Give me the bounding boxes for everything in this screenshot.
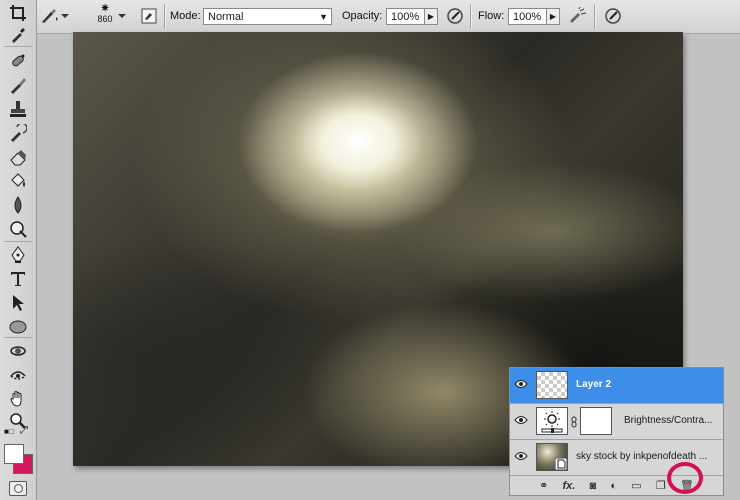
- brush-size-dropdown-icon[interactable]: [116, 5, 128, 27]
- spot-healing-brush-tool-icon[interactable]: [6, 50, 30, 72]
- opacity-value: 100%: [391, 11, 420, 23]
- eye-icon[interactable]: [514, 379, 528, 389]
- new-layer-icon[interactable]: ❐: [656, 479, 666, 492]
- layer-mask-thumbnail[interactable]: [580, 407, 612, 435]
- smart-object-icon: [555, 458, 567, 470]
- history-brush-tool-icon[interactable]: [6, 122, 30, 144]
- layer-row-layer-2[interactable]: Layer 2: [510, 368, 723, 404]
- pen-tool-icon[interactable]: [6, 244, 30, 266]
- mode-value: Normal: [208, 11, 244, 23]
- options-bar: ✷ 860 Mode: Normal ▼ Opacity: 100% ▶ Flo…: [0, 0, 740, 34]
- opacity-field[interactable]: 100%: [386, 8, 426, 25]
- mode-label: Mode:: [170, 10, 201, 22]
- layer-row-brightness-contrast[interactable]: Brightness/Contra...: [510, 404, 723, 440]
- dodge-tool-icon[interactable]: [6, 218, 30, 240]
- mode-select[interactable]: Normal ▼: [203, 8, 332, 25]
- crop-tool-icon[interactable]: [6, 2, 30, 24]
- brush-preset-icon[interactable]: [38, 5, 60, 27]
- adjustment-thumbnail[interactable]: [536, 407, 568, 435]
- opacity-slider-button[interactable]: ▶: [424, 8, 438, 25]
- flow-field[interactable]: 100%: [508, 8, 548, 25]
- eye-icon[interactable]: [514, 415, 528, 425]
- brush-panel-toggle-icon[interactable]: [138, 5, 160, 27]
- blur-tool-icon[interactable]: [6, 194, 30, 216]
- layer-style-fx-button[interactable]: fx.: [563, 480, 576, 492]
- adjustment-layer-icon[interactable]: ◐: [610, 480, 617, 492]
- options-separator: [470, 4, 472, 29]
- opacity-label: Opacity:: [342, 10, 383, 22]
- ellipse-tool-icon[interactable]: [6, 316, 30, 338]
- brightness-contrast-icon: [541, 411, 563, 433]
- type-tool-icon[interactable]: [6, 268, 30, 290]
- eraser-tool-icon[interactable]: [6, 146, 30, 168]
- layer-name: Layer 2: [576, 379, 612, 390]
- flow-slider-button[interactable]: ▶: [546, 8, 560, 25]
- chevron-down-icon: ▼: [319, 12, 328, 22]
- foreground-color-swatch[interactable]: [4, 444, 24, 464]
- toolbox: ■□ ⤢: [0, 0, 37, 500]
- link-layers-icon[interactable]: ⚭: [539, 479, 548, 492]
- path-selection-tool-icon[interactable]: [6, 292, 30, 314]
- link-chain-icon: [571, 416, 577, 428]
- brush-tool-icon[interactable]: [6, 74, 30, 96]
- toolbox-separator: [4, 241, 32, 242]
- layer-thumbnail[interactable]: [536, 443, 568, 471]
- eye-icon[interactable]: [514, 451, 528, 461]
- layer-name: sky stock by inkpenofdeath ...: [576, 451, 708, 462]
- flow-value: 100%: [513, 11, 542, 23]
- default-colors-icon[interactable]: ■□: [4, 427, 14, 436]
- layer-thumbnail[interactable]: [536, 371, 568, 399]
- quick-mask-icon[interactable]: [9, 481, 27, 496]
- brush-preset-dropdown-icon[interactable]: [60, 5, 70, 27]
- highlight-circle: [667, 462, 703, 494]
- eyedropper-tool-icon[interactable]: [6, 24, 30, 46]
- 3d-orbit-tool-icon[interactable]: [6, 364, 30, 386]
- airbrush-icon[interactable]: [566, 5, 588, 27]
- new-group-icon[interactable]: ▭: [631, 479, 641, 492]
- toolbox-separator: [4, 337, 32, 338]
- brush-size-value: 860: [97, 14, 113, 24]
- toolbox-separator: [4, 46, 32, 47]
- layer-name: Brightness/Contra...: [624, 415, 713, 426]
- options-separator: [594, 4, 596, 29]
- flow-label: Flow:: [478, 10, 505, 22]
- tablet-pressure-opacity-icon[interactable]: [444, 5, 466, 27]
- 3d-rotate-tool-icon[interactable]: [6, 340, 30, 362]
- tablet-pressure-size-icon[interactable]: [602, 5, 624, 27]
- options-separator: [164, 4, 166, 29]
- hand-tool-icon[interactable]: [6, 388, 30, 410]
- clone-stamp-tool-icon[interactable]: [6, 98, 30, 120]
- add-mask-icon[interactable]: ◙: [590, 480, 597, 492]
- swap-colors-icon[interactable]: ⤢: [20, 425, 28, 436]
- paint-bucket-tool-icon[interactable]: [6, 170, 30, 192]
